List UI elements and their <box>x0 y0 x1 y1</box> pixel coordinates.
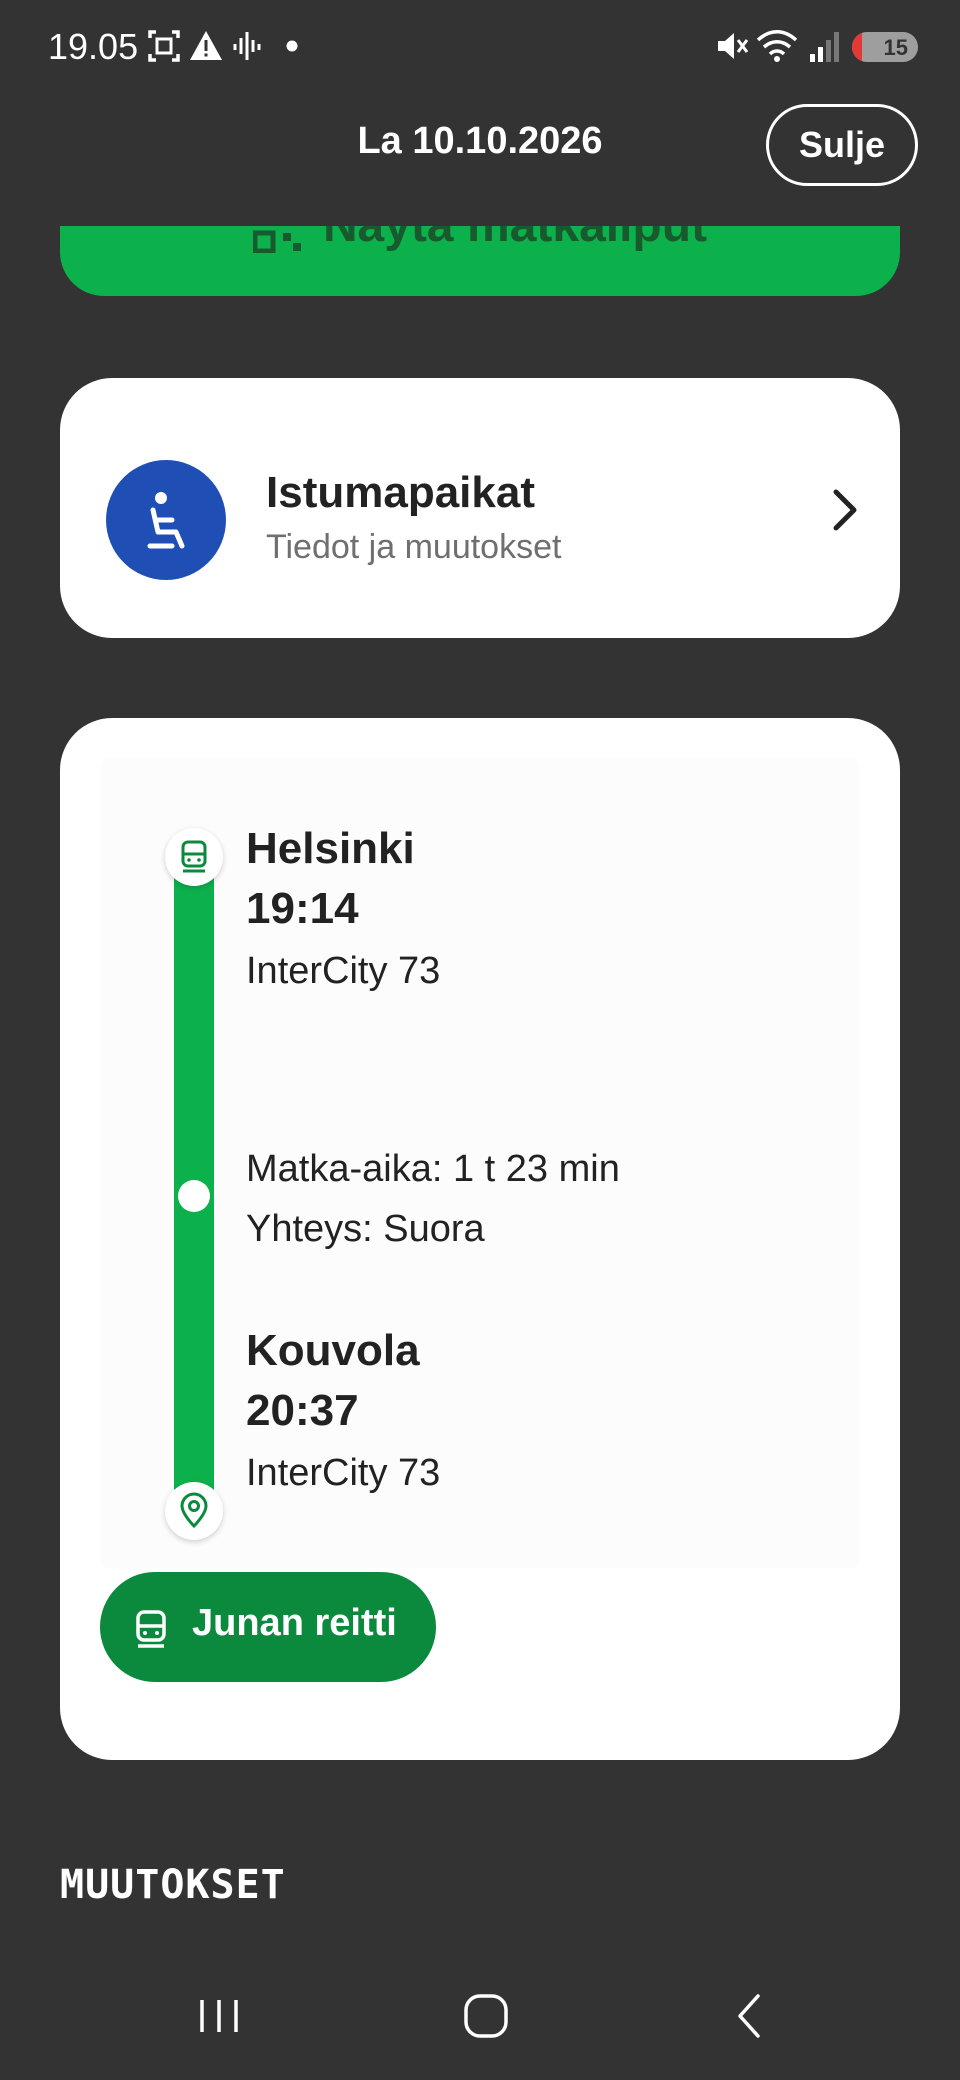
seats-title: Istumapaikat <box>266 468 535 517</box>
screenshot-icon <box>148 30 180 62</box>
status-time: 19.05 <box>48 26 139 67</box>
wifi-icon <box>756 30 798 62</box>
dot-icon <box>286 40 298 52</box>
departure-train: InterCity 73 <box>246 950 441 992</box>
train-route-label: Junan reitti <box>192 1602 397 1644</box>
arrival-train: InterCity 73 <box>246 1452 441 1494</box>
seats-subtitle: Tiedot ja muutokset <box>266 528 562 566</box>
train-icon <box>136 1610 166 1648</box>
route-details: Helsinki 19:14 InterCity 73 Matka-aika: … <box>100 758 860 1568</box>
route-card: Helsinki 19:14 InterCity 73 Matka-aika: … <box>60 718 900 1760</box>
navigation-bar <box>0 1956 960 2080</box>
battery-level-fill <box>852 32 862 62</box>
travel-time: Matka-aika: 1 t 23 min <box>246 1148 620 1190</box>
battery-icon: 15 <box>852 32 918 62</box>
arrival-time: 20:37 <box>246 1386 359 1435</box>
connection-type: Yhteys: Suora <box>246 1208 485 1250</box>
warning-icon <box>190 31 222 60</box>
seats-card[interactable]: Istumapaikat Tiedot ja muutokset <box>60 378 900 638</box>
status-bar: 19.05 15 <box>0 0 960 96</box>
back-icon[interactable] <box>726 1986 774 2046</box>
section-title: MUUTOKSET <box>60 1862 286 1908</box>
recent-apps-icon[interactable] <box>196 1986 242 2046</box>
departure-station: Helsinki <box>246 824 415 873</box>
seat-icon <box>106 460 226 580</box>
train-route-button[interactable]: Junan reitti <box>100 1572 436 1682</box>
train-icon <box>165 828 223 886</box>
location-pin-icon <box>165 1482 223 1540</box>
signal-icon <box>810 32 839 62</box>
close-button[interactable]: Sulje <box>766 104 918 186</box>
route-midpoint-dot <box>178 1180 210 1212</box>
home-icon[interactable] <box>456 1986 516 2046</box>
audio-wave-icon <box>233 32 261 60</box>
battery-level-text: 15 <box>883 35 908 60</box>
arrival-station: Kouvola <box>246 1326 420 1375</box>
departure-time: 19:14 <box>246 884 359 933</box>
chevron-right-icon <box>833 489 857 531</box>
mute-icon <box>718 33 749 59</box>
